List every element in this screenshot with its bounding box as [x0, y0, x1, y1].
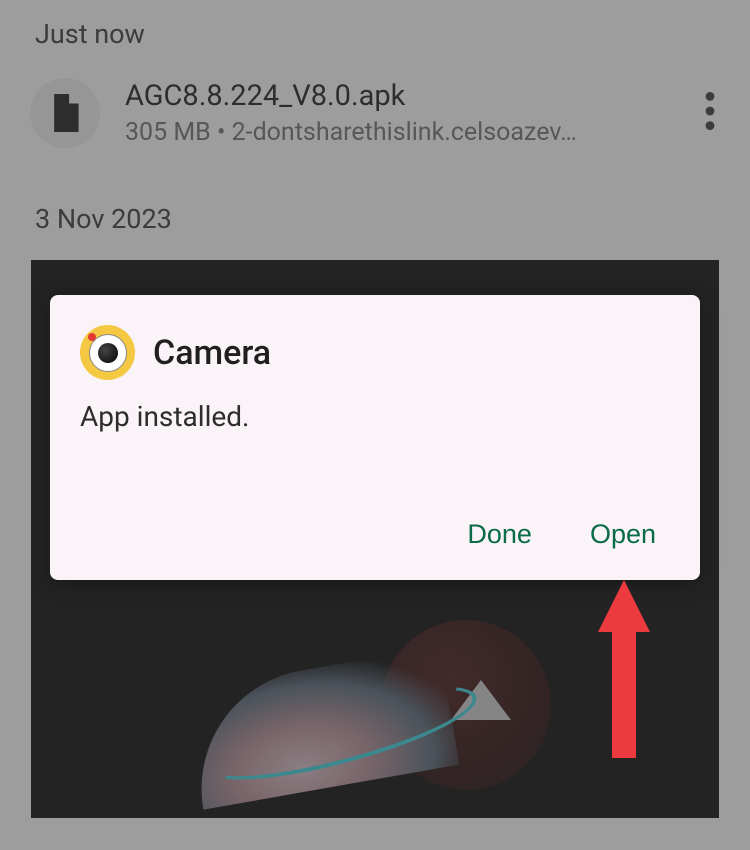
- camera-dot-icon: [88, 333, 96, 341]
- app-icon: [80, 325, 135, 380]
- dialog-message: App installed.: [80, 400, 670, 433]
- dialog-title: Camera: [153, 333, 271, 373]
- open-button[interactable]: Open: [586, 513, 660, 556]
- camera-lens-icon: [98, 343, 118, 363]
- dialog-header: Camera: [80, 325, 670, 380]
- done-button[interactable]: Done: [463, 513, 536, 556]
- install-dialog: Camera App installed. Done Open: [50, 295, 700, 580]
- dialog-actions: Done Open: [80, 513, 670, 556]
